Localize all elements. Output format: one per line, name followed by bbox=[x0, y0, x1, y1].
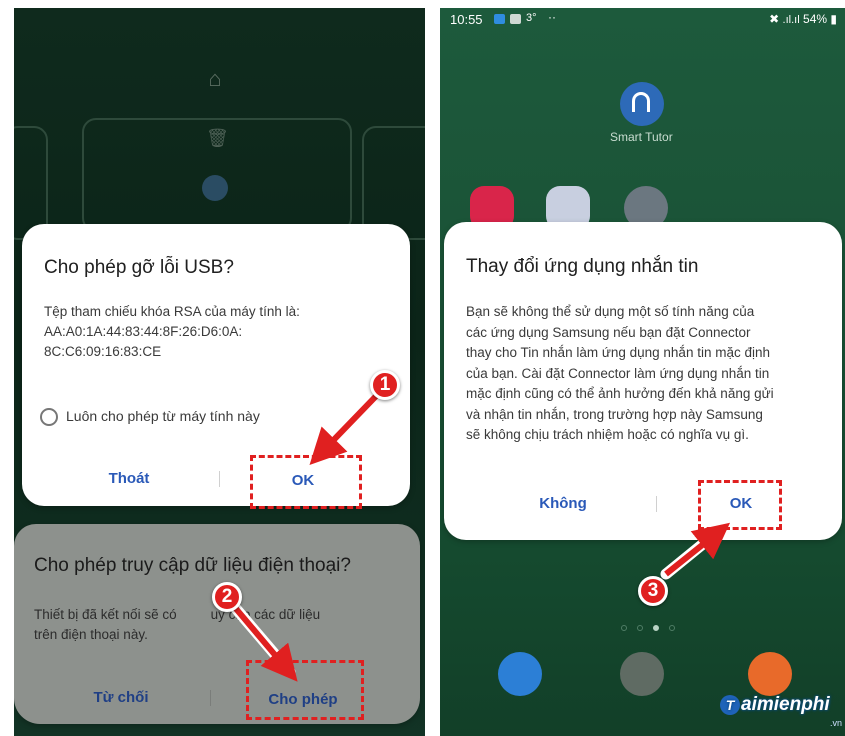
brand-text: aimienphi bbox=[741, 694, 830, 715]
step-badge-2: 2 bbox=[212, 582, 242, 612]
site-watermark: Taimienphi bbox=[720, 694, 830, 716]
arrow-1 bbox=[309, 389, 383, 465]
arrow-3 bbox=[664, 522, 731, 577]
annotation-arrow-3 bbox=[660, 522, 731, 580]
annotation-arrows bbox=[226, 386, 386, 682]
brand-logo-icon: T bbox=[720, 695, 740, 715]
left-phone-screen: ⌂ 🗑 Cho phép gỡ lỗi USB? Tệp tham chiếu … bbox=[14, 8, 425, 736]
step-badge-3: 3 bbox=[638, 576, 668, 606]
step-badge-1: 1 bbox=[370, 370, 400, 400]
arrow-2 bbox=[229, 602, 298, 682]
right-phone-screen: 10:55 3° ·· ✖ .ıl.ıl 54% ▮ Smart Tutor T… bbox=[440, 8, 845, 736]
brand-suffix: .vn bbox=[830, 718, 843, 728]
